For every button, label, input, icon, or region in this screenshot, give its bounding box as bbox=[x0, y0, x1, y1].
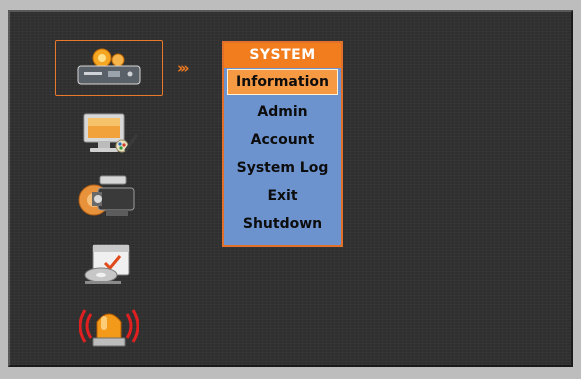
schedule-disk-icon bbox=[84, 244, 130, 284]
category-schedule[interactable] bbox=[55, 236, 163, 292]
category-system[interactable] bbox=[55, 40, 163, 96]
menu-item-exit[interactable]: Exit bbox=[224, 182, 341, 210]
alarm-siren-icon bbox=[79, 309, 139, 347]
menu-item-system-log[interactable]: System Log bbox=[224, 154, 341, 182]
camera-icon bbox=[78, 175, 135, 216]
menu-title: SYSTEM bbox=[224, 43, 341, 68]
category-camera[interactable] bbox=[55, 168, 163, 224]
pointer-arrows: ››› bbox=[177, 59, 189, 77]
system-dvr-icon bbox=[77, 48, 141, 85]
menu-item-account[interactable]: Account bbox=[224, 126, 341, 154]
category-alarm[interactable] bbox=[55, 298, 163, 354]
menu-item-information[interactable]: Information bbox=[227, 69, 338, 95]
system-menu: SYSTEM Information Admin Account System … bbox=[222, 41, 343, 247]
category-display[interactable] bbox=[55, 106, 163, 162]
dvr-screen: ››› SYSTEM Information Admin Account Sys… bbox=[8, 10, 573, 367]
menu-item-shutdown[interactable]: Shutdown bbox=[224, 210, 341, 238]
display-paint-icon bbox=[83, 113, 138, 153]
menu-item-admin[interactable]: Admin bbox=[224, 98, 341, 126]
